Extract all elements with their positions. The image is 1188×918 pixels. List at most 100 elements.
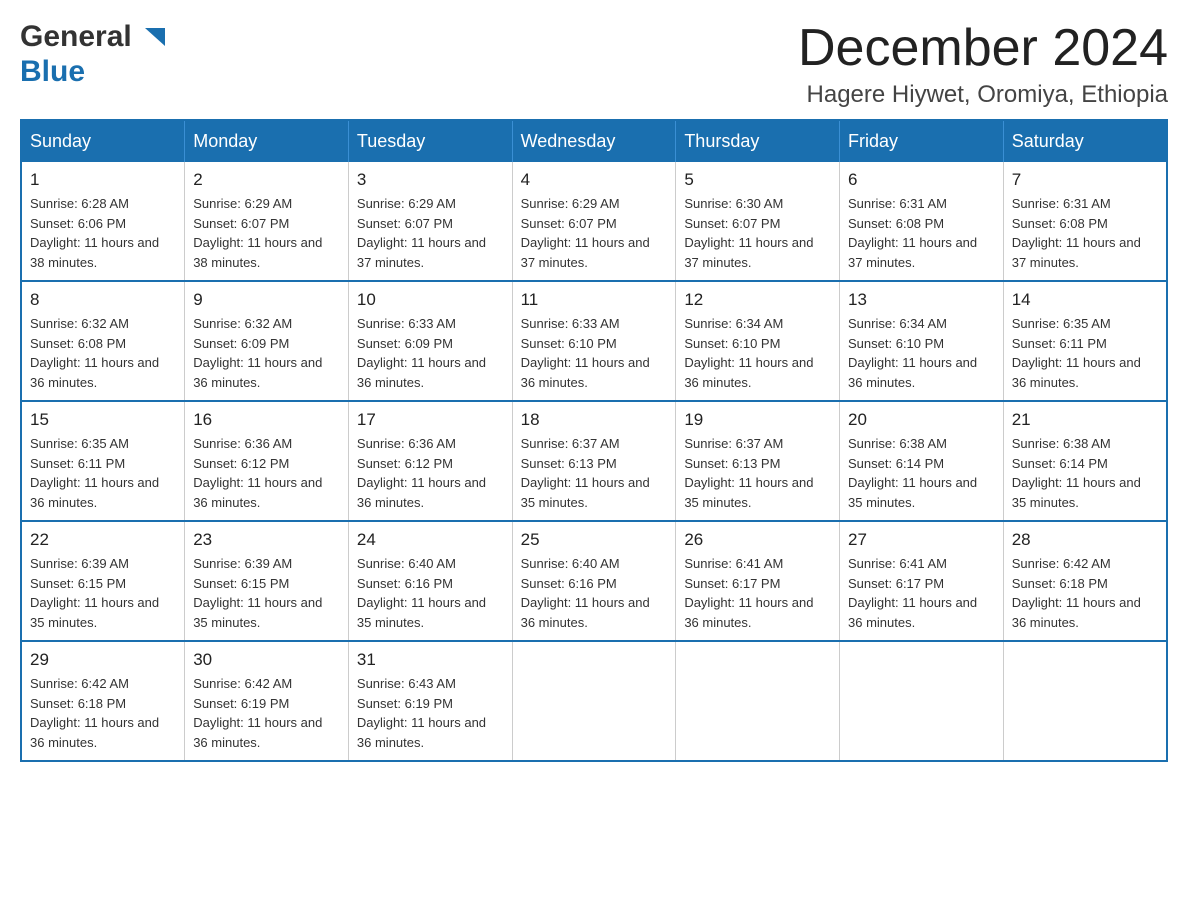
day-detail: Sunrise: 6:29 AM Sunset: 6:07 PM Dayligh… (521, 194, 668, 272)
day-detail: Sunrise: 6:32 AM Sunset: 6:08 PM Dayligh… (30, 314, 176, 392)
day-number: 4 (521, 170, 668, 190)
calendar-table: Sunday Monday Tuesday Wednesday Thursday… (20, 119, 1168, 762)
calendar-week-row: 22 Sunrise: 6:39 AM Sunset: 6:15 PM Dayl… (21, 521, 1167, 641)
day-number: 15 (30, 410, 176, 430)
day-detail: Sunrise: 6:38 AM Sunset: 6:14 PM Dayligh… (848, 434, 995, 512)
day-detail: Sunrise: 6:33 AM Sunset: 6:09 PM Dayligh… (357, 314, 504, 392)
day-detail: Sunrise: 6:35 AM Sunset: 6:11 PM Dayligh… (1012, 314, 1158, 392)
table-row: 26 Sunrise: 6:41 AM Sunset: 6:17 PM Dayl… (676, 521, 840, 641)
col-friday: Friday (840, 120, 1004, 162)
col-thursday: Thursday (676, 120, 840, 162)
day-number: 29 (30, 650, 176, 670)
day-detail: Sunrise: 6:37 AM Sunset: 6:13 PM Dayligh… (521, 434, 668, 512)
day-number: 19 (684, 410, 831, 430)
table-row: 11 Sunrise: 6:33 AM Sunset: 6:10 PM Dayl… (512, 281, 676, 401)
calendar-week-row: 15 Sunrise: 6:35 AM Sunset: 6:11 PM Dayl… (21, 401, 1167, 521)
day-number: 6 (848, 170, 995, 190)
day-detail: Sunrise: 6:29 AM Sunset: 6:07 PM Dayligh… (193, 194, 340, 272)
day-detail: Sunrise: 6:39 AM Sunset: 6:15 PM Dayligh… (193, 554, 340, 632)
table-row: 13 Sunrise: 6:34 AM Sunset: 6:10 PM Dayl… (840, 281, 1004, 401)
col-monday: Monday (185, 120, 349, 162)
day-detail: Sunrise: 6:37 AM Sunset: 6:13 PM Dayligh… (684, 434, 831, 512)
day-detail: Sunrise: 6:42 AM Sunset: 6:18 PM Dayligh… (1012, 554, 1158, 632)
table-row (512, 641, 676, 761)
day-detail: Sunrise: 6:41 AM Sunset: 6:17 PM Dayligh… (684, 554, 831, 632)
table-row: 15 Sunrise: 6:35 AM Sunset: 6:11 PM Dayl… (21, 401, 185, 521)
day-number: 16 (193, 410, 340, 430)
table-row: 24 Sunrise: 6:40 AM Sunset: 6:16 PM Dayl… (348, 521, 512, 641)
day-number: 30 (193, 650, 340, 670)
day-number: 8 (30, 290, 176, 310)
table-row (1003, 641, 1167, 761)
day-number: 11 (521, 290, 668, 310)
table-row: 6 Sunrise: 6:31 AM Sunset: 6:08 PM Dayli… (840, 162, 1004, 281)
day-detail: Sunrise: 6:42 AM Sunset: 6:19 PM Dayligh… (193, 674, 340, 752)
day-detail: Sunrise: 6:30 AM Sunset: 6:07 PM Dayligh… (684, 194, 831, 272)
table-row: 12 Sunrise: 6:34 AM Sunset: 6:10 PM Dayl… (676, 281, 840, 401)
table-row: 8 Sunrise: 6:32 AM Sunset: 6:08 PM Dayli… (21, 281, 185, 401)
table-row: 31 Sunrise: 6:43 AM Sunset: 6:19 PM Dayl… (348, 641, 512, 761)
day-number: 17 (357, 410, 504, 430)
table-row: 9 Sunrise: 6:32 AM Sunset: 6:09 PM Dayli… (185, 281, 349, 401)
logo-arrow-icon (145, 28, 165, 46)
col-sunday: Sunday (21, 120, 185, 162)
day-number: 14 (1012, 290, 1158, 310)
col-tuesday: Tuesday (348, 120, 512, 162)
day-detail: Sunrise: 6:33 AM Sunset: 6:10 PM Dayligh… (521, 314, 668, 392)
table-row: 28 Sunrise: 6:42 AM Sunset: 6:18 PM Dayl… (1003, 521, 1167, 641)
day-detail: Sunrise: 6:31 AM Sunset: 6:08 PM Dayligh… (848, 194, 995, 272)
month-title: December 2024 (798, 20, 1168, 77)
table-row (840, 641, 1004, 761)
table-row: 20 Sunrise: 6:38 AM Sunset: 6:14 PM Dayl… (840, 401, 1004, 521)
calendar-week-row: 1 Sunrise: 6:28 AM Sunset: 6:06 PM Dayli… (21, 162, 1167, 281)
day-detail: Sunrise: 6:34 AM Sunset: 6:10 PM Dayligh… (684, 314, 831, 392)
day-number: 24 (357, 530, 504, 550)
day-detail: Sunrise: 6:34 AM Sunset: 6:10 PM Dayligh… (848, 314, 995, 392)
day-detail: Sunrise: 6:38 AM Sunset: 6:14 PM Dayligh… (1012, 434, 1158, 512)
table-row: 5 Sunrise: 6:30 AM Sunset: 6:07 PM Dayli… (676, 162, 840, 281)
logo: General Blue (20, 20, 165, 90)
day-detail: Sunrise: 6:31 AM Sunset: 6:08 PM Dayligh… (1012, 194, 1158, 272)
table-row: 21 Sunrise: 6:38 AM Sunset: 6:14 PM Dayl… (1003, 401, 1167, 521)
logo-blue: Blue (20, 55, 165, 90)
page-header: General Blue December 2024 Hagere Hiywet… (20, 20, 1168, 109)
day-detail: Sunrise: 6:28 AM Sunset: 6:06 PM Dayligh… (30, 194, 176, 272)
table-row: 16 Sunrise: 6:36 AM Sunset: 6:12 PM Dayl… (185, 401, 349, 521)
col-wednesday: Wednesday (512, 120, 676, 162)
col-saturday: Saturday (1003, 120, 1167, 162)
day-number: 10 (357, 290, 504, 310)
day-detail: Sunrise: 6:35 AM Sunset: 6:11 PM Dayligh… (30, 434, 176, 512)
day-number: 31 (357, 650, 504, 670)
day-number: 2 (193, 170, 340, 190)
day-number: 25 (521, 530, 668, 550)
day-number: 7 (1012, 170, 1158, 190)
day-number: 22 (30, 530, 176, 550)
day-number: 26 (684, 530, 831, 550)
day-number: 12 (684, 290, 831, 310)
day-number: 18 (521, 410, 668, 430)
day-detail: Sunrise: 6:41 AM Sunset: 6:17 PM Dayligh… (848, 554, 995, 632)
logo-general: General (20, 20, 165, 55)
title-block: December 2024 Hagere Hiywet, Oromiya, Et… (798, 20, 1168, 109)
table-row: 1 Sunrise: 6:28 AM Sunset: 6:06 PM Dayli… (21, 162, 185, 281)
day-number: 5 (684, 170, 831, 190)
day-detail: Sunrise: 6:32 AM Sunset: 6:09 PM Dayligh… (193, 314, 340, 392)
table-row: 2 Sunrise: 6:29 AM Sunset: 6:07 PM Dayli… (185, 162, 349, 281)
table-row: 17 Sunrise: 6:36 AM Sunset: 6:12 PM Dayl… (348, 401, 512, 521)
table-row: 10 Sunrise: 6:33 AM Sunset: 6:09 PM Dayl… (348, 281, 512, 401)
day-number: 13 (848, 290, 995, 310)
day-detail: Sunrise: 6:42 AM Sunset: 6:18 PM Dayligh… (30, 674, 176, 752)
day-detail: Sunrise: 6:40 AM Sunset: 6:16 PM Dayligh… (521, 554, 668, 632)
day-number: 21 (1012, 410, 1158, 430)
day-number: 28 (1012, 530, 1158, 550)
day-detail: Sunrise: 6:43 AM Sunset: 6:19 PM Dayligh… (357, 674, 504, 752)
day-detail: Sunrise: 6:40 AM Sunset: 6:16 PM Dayligh… (357, 554, 504, 632)
table-row: 25 Sunrise: 6:40 AM Sunset: 6:16 PM Dayl… (512, 521, 676, 641)
day-number: 3 (357, 170, 504, 190)
table-row: 23 Sunrise: 6:39 AM Sunset: 6:15 PM Dayl… (185, 521, 349, 641)
day-detail: Sunrise: 6:36 AM Sunset: 6:12 PM Dayligh… (193, 434, 340, 512)
day-detail: Sunrise: 6:29 AM Sunset: 6:07 PM Dayligh… (357, 194, 504, 272)
calendar-week-row: 8 Sunrise: 6:32 AM Sunset: 6:08 PM Dayli… (21, 281, 1167, 401)
day-number: 27 (848, 530, 995, 550)
table-row (676, 641, 840, 761)
